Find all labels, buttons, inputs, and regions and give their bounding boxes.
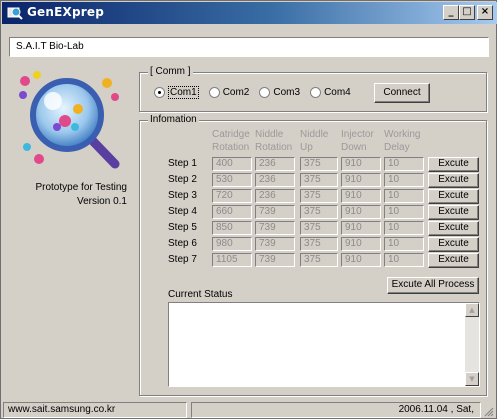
step-value-field[interactable]: 910 [341,205,381,219]
step-label: Step 3 [168,190,197,201]
comm-group-title: [ Comm ] [148,66,193,77]
status-bar: www.sait.samsung.co.kr 2006.11.04 , Sat, [3,402,496,418]
scroll-down-icon[interactable]: ▼ [465,372,479,386]
step-value-field[interactable]: 375 [300,253,338,267]
step-value-field[interactable]: 375 [300,221,338,235]
step-value-field[interactable]: 739 [255,205,295,219]
info-group: Infomation Catridge Rotation Niddle Rotati… [139,114,487,396]
step-value-field[interactable]: 375 [300,205,338,219]
step-value-field[interactable]: 850 [212,221,252,235]
step-value-field[interactable]: 400 [212,157,252,171]
step-value-field[interactable]: 236 [255,189,295,203]
version-label: Version 0.1 [76,196,127,207]
step-value-field[interactable]: 910 [341,237,381,251]
current-status-box[interactable]: ▲ ▼ [168,302,480,387]
execute-step-button[interactable]: Excute [428,253,479,268]
col-header-injector-down: Injector Down [341,129,374,153]
col-header-catridge: Catridge Rotation [212,129,250,153]
status-url: www.sait.samsung.co.kr [3,402,187,418]
step-label: Step 5 [168,222,197,233]
step-value-field[interactable]: 720 [212,189,252,203]
step-value-field[interactable]: 10 [384,173,424,187]
step-value-field[interactable]: 980 [212,237,252,251]
step-value-field[interactable]: 910 [341,189,381,203]
radio-label: Com4 [324,87,351,98]
step-label: Step 1 [168,158,197,169]
resize-grip-icon[interactable] [482,405,494,417]
radio-dot-icon [310,87,322,98]
step-value-field[interactable]: 910 [341,173,381,187]
org-field[interactable]: S.A.I.T Bio-Lab [9,37,489,57]
step-label: Step 7 [168,254,197,265]
execute-step-button[interactable]: Excute [428,237,479,252]
window-title: GenEXprep [27,5,105,19]
step-value-field[interactable]: 10 [384,253,424,267]
minimize-button[interactable]: _ [443,5,459,20]
step-value-field[interactable]: 1105 [212,253,252,267]
step-value-field[interactable]: 739 [255,253,295,267]
step-value-field[interactable]: 910 [341,253,381,267]
step-value-field[interactable]: 10 [384,205,424,219]
magnifier-logo-icon [19,71,120,169]
comm-group: [ Comm ] Com1 Com2 Com3 Com4 Connect [139,66,487,112]
step-value-field[interactable]: 10 [384,221,424,235]
main-window: GenEXprep _ □ × S.A.I.T Bio-Lab Prototyp… [0,0,497,419]
step-value-field[interactable]: 660 [212,205,252,219]
step-value-field[interactable]: 236 [255,157,295,171]
execute-step-button[interactable]: Excute [428,221,479,236]
radio-com4[interactable]: Com4 [310,86,351,99]
radio-dot-icon [154,87,165,98]
scroll-up-icon[interactable]: ▲ [465,303,479,317]
radio-com1[interactable]: Com1 [154,86,199,99]
col-header-niddle-rotation: Niddle Rotation [255,129,293,153]
step-value-field[interactable]: 375 [300,173,338,187]
radio-com3[interactable]: Com3 [259,86,300,99]
current-status-label: Current Status [168,289,233,300]
step-value-field[interactable]: 375 [300,189,338,203]
radio-label: Com1 [168,86,199,99]
status-date: 2006.11.04 , Sat, [191,402,481,418]
step-value-field[interactable]: 530 [212,173,252,187]
radio-label: Com3 [273,87,301,98]
col-header-working-delay: Working Delay [384,129,421,153]
step-label: Step 2 [168,174,197,185]
step-value-field[interactable]: 10 [384,189,424,203]
step-value-field[interactable]: 375 [300,157,338,171]
radio-label: Com2 [222,87,250,98]
prototype-label: Prototype for Testing [35,182,127,193]
step-value-field[interactable]: 910 [341,221,381,235]
info-group-title: Infomation [148,114,199,125]
execute-all-button[interactable]: Excute All Process [387,277,479,294]
app-icon [7,7,23,20]
execute-step-button[interactable]: Excute [428,173,479,188]
step-value-field[interactable]: 236 [255,173,295,187]
close-button[interactable]: × [477,5,493,20]
maximize-button[interactable]: □ [459,5,475,20]
col-header-niddle-up: Niddle Up [300,129,329,153]
status-scrollbar[interactable]: ▲ ▼ [465,303,479,386]
execute-step-button[interactable]: Excute [428,189,479,204]
radio-dot-icon [259,87,271,98]
radio-dot-icon [208,87,220,98]
title-bar[interactable]: GenEXprep _ □ × [2,2,497,24]
radio-com2[interactable]: Com2 [208,86,250,99]
step-value-field[interactable]: 739 [255,221,295,235]
connect-button[interactable]: Connect [374,83,430,103]
step-label: Step 4 [168,206,197,217]
step-value-field[interactable]: 10 [384,237,424,251]
step-value-field[interactable]: 910 [341,157,381,171]
execute-step-button[interactable]: Excute [428,157,479,172]
step-value-field[interactable]: 10 [384,157,424,171]
prototype-caption: Prototype for Testing Version 0.1 [15,181,127,209]
step-label: Step 6 [168,238,197,249]
execute-step-button[interactable]: Excute [428,205,479,220]
step-value-field[interactable]: 375 [300,237,338,251]
step-value-field[interactable]: 739 [255,237,295,251]
